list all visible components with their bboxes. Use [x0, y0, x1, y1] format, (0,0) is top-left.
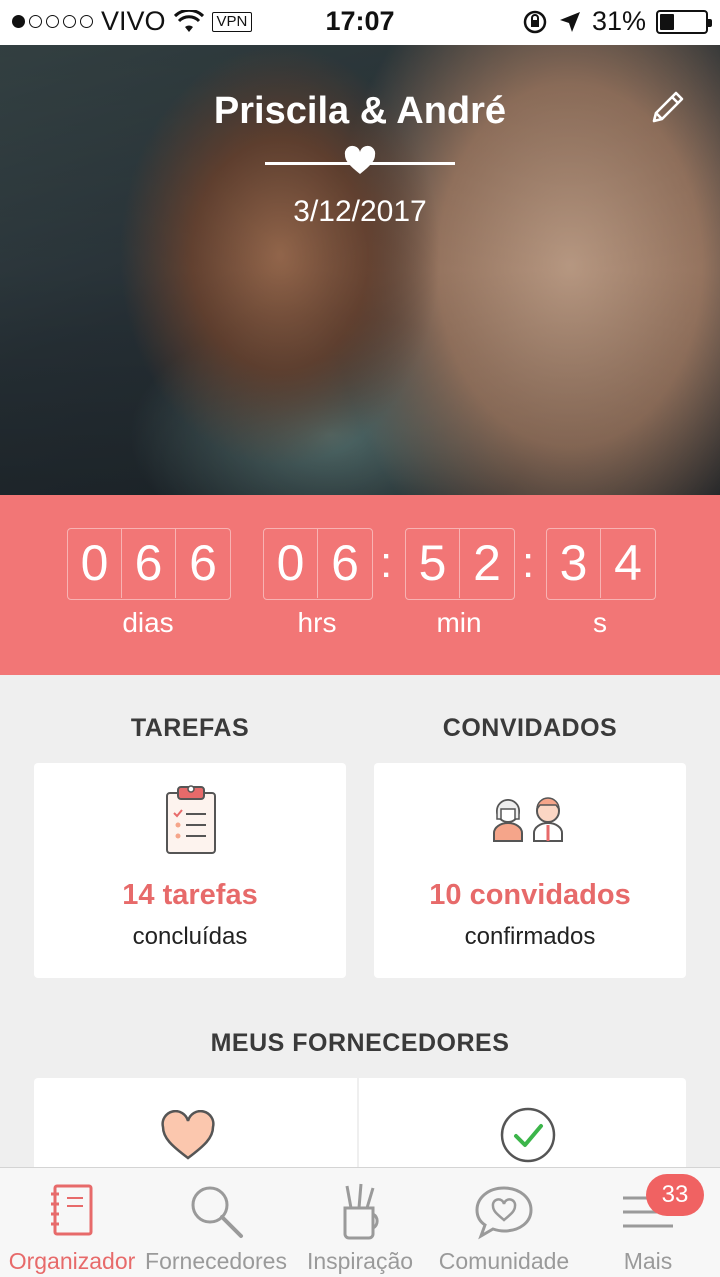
pencil-cup-icon: [343, 1183, 379, 1240]
couple-name: Priscila & André: [213, 90, 507, 132]
tab-label: Mais: [623, 1248, 673, 1274]
tab-organizador[interactable]: Organizador: [0, 1168, 144, 1277]
tasks-status: concluídas: [132, 923, 248, 950]
notebook-icon: [51, 1184, 93, 1236]
bottom-tab-bar: Organizador Fornecedores Inspiração Comu…: [0, 1167, 720, 1277]
tab-label: Inspiração: [306, 1248, 414, 1274]
tasks-card[interactable]: 14 tarefas concluídas: [34, 763, 346, 978]
countdown-digit: 0: [68, 529, 122, 598]
tab-mais[interactable]: Mais 33: [576, 1168, 720, 1277]
tasks-count: 14 tarefas: [122, 879, 258, 911]
guests-section-title: CONVIDADOS: [442, 714, 618, 742]
countdown-days-label: dias: [122, 607, 174, 638]
chat-heart-icon: [475, 1186, 533, 1240]
countdown-digit: 6: [189, 535, 217, 591]
vendors-section-title: MEUS FORNECEDORES: [210, 1029, 510, 1057]
countdown-separator: :: [380, 538, 393, 587]
notification-badge: 33: [646, 1174, 704, 1216]
countdown-days: 0 6 6: [67, 528, 231, 600]
countdown-banner: 0 6 6 0 6 : 5 2 : 3 4 dias hrs min s: [0, 495, 720, 675]
tab-fornecedores[interactable]: Fornecedores: [144, 1168, 288, 1277]
countdown-digit: 6: [122, 529, 176, 598]
battery-percent: 31%: [591, 6, 646, 36]
clipboard-icon: [166, 785, 216, 854]
status-bar: VIVO VPN 17:07 31%: [0, 0, 720, 45]
tasks-section-title: TAREFAS: [130, 714, 250, 742]
check-circle-icon: [500, 1107, 556, 1163]
tab-inspiracao[interactable]: Inspiração: [288, 1168, 432, 1277]
vendors-favorites-card[interactable]: [34, 1078, 357, 1167]
guests-card[interactable]: 10 convidados confirmados: [374, 763, 686, 978]
wedding-date: 3/12/2017: [293, 195, 427, 228]
guests-couple-icon: [493, 797, 563, 842]
countdown-seconds-label: s: [593, 607, 607, 638]
edit-pencil-icon[interactable]: [648, 85, 690, 127]
tab-label: Organizador: [8, 1248, 136, 1274]
battery-icon: [656, 9, 712, 34]
countdown-minutes-label: min: [436, 607, 482, 638]
location-arrow-icon: [559, 11, 580, 32]
countdown-seconds: 3 4: [546, 528, 656, 600]
countdown-digit: 5: [406, 529, 460, 598]
guests-status: confirmados: [464, 923, 596, 950]
tab-label: Fornecedores: [145, 1248, 287, 1274]
countdown-digit: 0: [264, 529, 318, 598]
couple-photo-header: Priscila & André 3/12/2017: [0, 45, 720, 495]
orientation-lock-icon: [523, 10, 547, 33]
countdown-digit: 3: [547, 529, 601, 598]
heart-outline-icon: [161, 1110, 215, 1160]
countdown-digit: 4: [614, 535, 642, 591]
countdown-hours: 0 6: [263, 528, 373, 600]
countdown-hours-label: hrs: [297, 607, 337, 638]
vendors-hired-card[interactable]: [359, 1078, 686, 1167]
countdown-separator: :: [522, 538, 535, 587]
countdown-minutes: 5 2: [405, 528, 515, 600]
guests-count: 10 convidados: [429, 879, 631, 911]
tab-comunidade[interactable]: Comunidade: [432, 1168, 576, 1277]
tab-label: Comunidade: [438, 1248, 570, 1274]
heart-icon: [344, 145, 376, 174]
countdown-digit: 6: [331, 535, 359, 591]
search-icon: [191, 1186, 243, 1238]
countdown-digit: 2: [473, 535, 501, 591]
